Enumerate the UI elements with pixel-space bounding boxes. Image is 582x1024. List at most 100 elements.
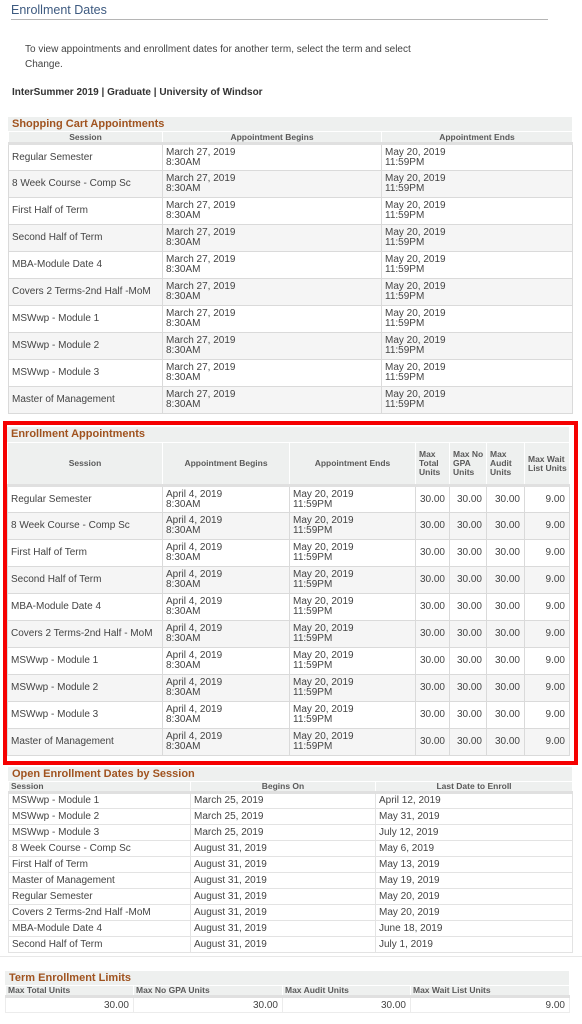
appointment-ends-cell: May 20, 2019 11:59PM: [289, 620, 416, 648]
table-row: Second Half of Term August 31, 2019 July 1…: [8, 936, 573, 953]
session-cell: First Half of Term: [7, 539, 163, 567]
max-wait-list-units-value: 9.00: [410, 996, 570, 1013]
open-enrollment-table: Session Begins On Last Date to Enroll MS…: [8, 781, 573, 953]
last-date-to-enroll-cell: May 6, 2019: [375, 840, 573, 857]
session-cell: 8 Week Course - Comp Sc: [7, 512, 163, 540]
appointment-begins-cell-line: 8:30AM: [166, 210, 201, 221]
session-cell: Regular Semester: [8, 888, 191, 905]
begins-on-cell: March 25, 2019: [190, 792, 376, 809]
session-cell: First Half of Term: [8, 197, 163, 225]
section-divider: [0, 956, 582, 957]
begins-on-cell: March 25, 2019: [190, 824, 376, 841]
table-row: Regular Semester March 27, 2019 8:30AM May …: [8, 143, 573, 171]
max-no-gpa-units-cell: 30.00: [449, 620, 487, 648]
last-date-to-enroll-cell: May 20, 2019: [375, 888, 573, 905]
appointment-ends-cell: May 20, 2019 11:59PM: [289, 701, 416, 729]
appointment-ends-cell: May 20, 2019 11:59PM: [381, 278, 573, 306]
appointment-begins-cell-line: 8:30AM: [166, 264, 201, 275]
table-row: MSWwp - Module 2 April 4, 2019 8:30AM May 2…: [7, 674, 570, 702]
appointment-begins-cell-line: 8:30AM: [166, 399, 201, 410]
appointment-begins-cell-line: 8:30AM: [166, 498, 201, 510]
begins-on-cell: August 31, 2019: [190, 904, 376, 921]
appointment-ends-cell-line: 11:59PM: [293, 552, 333, 563]
table-row: MBA-Module Date 4 April 4, 2019 8:30AM May …: [7, 593, 570, 621]
max-audit-units-value: 30.00: [282, 996, 411, 1013]
max-audit-units-cell: 30.00: [486, 674, 525, 702]
max-audit-units-cell: 30.00: [486, 620, 525, 648]
session-cell: MSWwp - Module 2: [8, 332, 163, 360]
appointment-begins-cell: April 4, 2019 8:30AM: [162, 566, 290, 594]
session-cell: MSWwp - Module 2: [8, 808, 191, 825]
appointment-begins-cell: March 27, 2019 8:30AM: [162, 278, 382, 306]
appointment-begins-cell: March 27, 2019 8:30AM: [162, 251, 382, 279]
max-no-gpa-units-cell: 30.00: [449, 647, 487, 675]
max-wait-list-units-cell: 9.00: [524, 620, 570, 648]
appointment-begins-cell-line: 8:30AM: [166, 660, 201, 671]
max-total-units-cell: 30.00: [415, 701, 450, 729]
table-row: MBA-Module Date 4 August 31, 2019 June 18,…: [8, 920, 573, 937]
appointment-begins-cell-line: 8:30AM: [166, 525, 201, 536]
table-row: Covers 2 Terms-2nd Half - MoM April 4, 20…: [7, 620, 570, 648]
last-date-to-enroll-cell: May 13, 2019: [375, 856, 573, 873]
session-cell: MSWwp - Module 1: [7, 647, 163, 675]
max-audit-units-cell: 30.00: [486, 701, 525, 729]
max-wait-list-units-cell: 9.00: [524, 728, 570, 756]
last-date-to-enroll-cell: April 12, 2019: [375, 792, 573, 809]
appointment-ends-cell-line: 11:59PM: [293, 606, 333, 617]
column-header-max-audit-units: Max Audit Units: [486, 442, 525, 487]
begins-on-cell: March 25, 2019: [190, 808, 376, 825]
open-enrollment-title: Open Enrollment Dates by Session: [8, 767, 572, 781]
appointment-ends-cell: May 20, 2019 11:59PM: [381, 197, 573, 225]
max-no-gpa-units-cell: 30.00: [449, 728, 487, 756]
max-no-gpa-units-cell: 30.00: [449, 512, 487, 540]
appointment-begins-cell-line: March 27, 2019: [166, 146, 236, 158]
appointment-begins-cell-line: 8:30AM: [166, 237, 201, 248]
appointment-begins-cell-line: 8:30AM: [166, 552, 201, 563]
max-wait-list-units-cell: 9.00: [524, 512, 570, 540]
open-enrollment-rows: MSWwp - Module 1 March 25, 2019 April 12, …: [8, 792, 573, 953]
session-cell: Master of Management: [8, 872, 191, 889]
column-header-begins-on: Begins On: [190, 781, 376, 794]
session-cell: MSWwp - Module 1: [8, 792, 191, 809]
table-row: 8 Week Course - Comp Sc August 31, 2019 Ma…: [8, 840, 573, 857]
max-total-units-cell: 30.00: [415, 566, 450, 594]
appointment-ends-cell-line: 11:59PM: [293, 525, 333, 536]
appointment-ends-cell-line: 11:59PM: [293, 741, 333, 752]
appointment-begins-cell: April 4, 2019 8:30AM: [162, 539, 290, 567]
appointment-ends-cell: May 20, 2019 11:59PM: [381, 359, 573, 387]
appointment-ends-cell: May 20, 2019 11:59PM: [289, 512, 416, 540]
max-total-units-cell: 30.00: [415, 620, 450, 648]
table-row: Master of Management March 27, 2019 8:30AM…: [8, 386, 573, 414]
appointment-ends-cell: May 20, 2019 11:59PM: [381, 332, 573, 360]
session-cell: MBA-Module Date 4: [8, 920, 191, 937]
max-wait-list-units-cell: 9.00: [524, 566, 570, 594]
appointment-begins-cell: April 4, 2019 8:30AM: [162, 647, 290, 675]
session-cell: 8 Week Course - Comp Sc: [8, 170, 163, 198]
max-wait-list-units-cell: 9.00: [524, 647, 570, 675]
max-total-units-value: 30.00: [5, 996, 134, 1013]
appointment-ends-cell-line: 11:59PM: [385, 318, 425, 329]
last-date-to-enroll-cell: July 1, 2019: [375, 936, 573, 953]
appointment-begins-cell: March 27, 2019 8:30AM: [162, 170, 382, 198]
column-header-max-total-units: Max Total Units: [415, 442, 450, 487]
max-audit-units-cell: 30.00: [486, 728, 525, 756]
page-title: Enrollment Dates: [11, 3, 107, 17]
table-row: MSWwp - Module 2 March 27, 2019 8:30AM May …: [8, 332, 573, 360]
appointment-begins-cell: March 27, 2019 8:30AM: [162, 386, 382, 414]
column-header-session: Session: [7, 442, 163, 487]
last-date-to-enroll-cell: May 19, 2019: [375, 872, 573, 889]
appointment-ends-cell-line: 11:59PM: [385, 210, 425, 221]
appointment-begins-cell: March 27, 2019 8:30AM: [162, 224, 382, 252]
appointment-ends-cell-line: 11:59PM: [385, 183, 425, 194]
column-header-appointment-begins: Appointment Begins: [162, 131, 382, 145]
appointment-ends-cell: May 20, 2019 11:59PM: [289, 647, 416, 675]
table-row: Covers 2 Terms-2nd Half -MoM March 27, 20…: [8, 278, 573, 306]
appointment-ends-cell-line: 11:59PM: [385, 291, 425, 302]
appointment-begins-cell: March 27, 2019 8:30AM: [162, 197, 382, 225]
table-row: Master of Management April 4, 2019 8:30AM M…: [7, 728, 570, 756]
appointment-begins-cell-line: April 4, 2019: [166, 488, 223, 500]
column-header-session: Session: [8, 781, 191, 794]
appointment-ends-cell: May 20, 2019 11:59PM: [381, 143, 573, 171]
appointment-ends-cell-line: 11:59PM: [385, 237, 425, 248]
max-total-units-cell: 30.00: [415, 647, 450, 675]
